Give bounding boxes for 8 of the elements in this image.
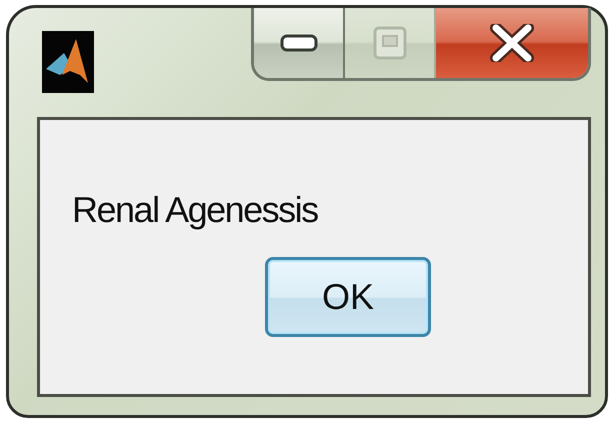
app-icon [42, 31, 94, 93]
ok-button[interactable]: OK [265, 257, 431, 338]
minimize-icon [280, 34, 318, 52]
maximize-icon [372, 26, 406, 60]
close-icon [490, 24, 534, 62]
minimize-button[interactable] [254, 8, 345, 78]
close-button[interactable] [436, 8, 588, 78]
message-text: Renal Agenessis [72, 188, 319, 232]
